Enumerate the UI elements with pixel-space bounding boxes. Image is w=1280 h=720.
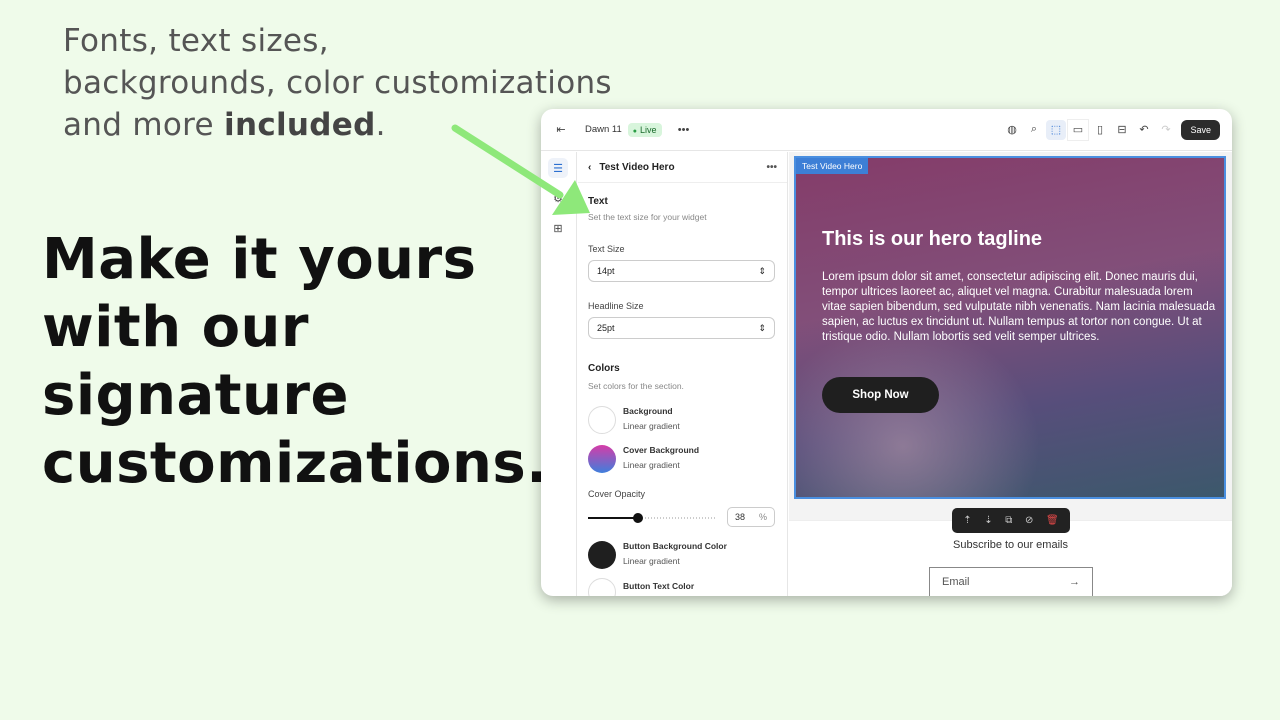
arrow-annotation [451, 124, 590, 215]
